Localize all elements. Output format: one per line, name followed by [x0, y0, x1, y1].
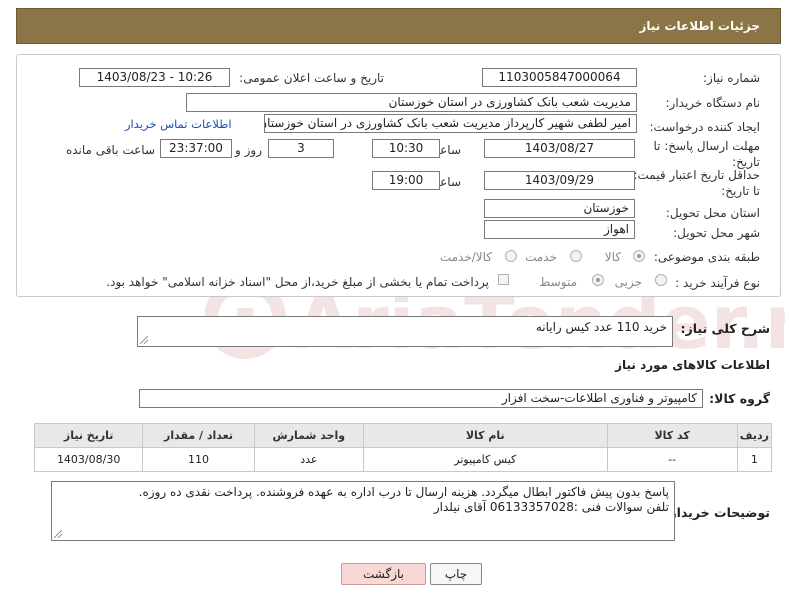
category-option-service: خدمت — [525, 250, 557, 264]
price-validity-date-field: 1403/09/29 — [484, 171, 635, 190]
remaining-time-field: 23:37:00 — [160, 139, 232, 158]
purchase-type-radio-minor[interactable] — [655, 274, 667, 286]
buyer-notes-line: تلفن سوالات فنی :06133357028 آقای نیلدار — [433, 500, 669, 514]
col-row-number: ردیف — [736, 423, 773, 448]
announce-datetime-field: 1403/08/23 - 10:26 — [79, 68, 230, 87]
price-validity-time-field: 19:00 — [372, 171, 440, 190]
col-need-date: تاریخ نیاز — [33, 423, 144, 448]
buyer-notes-label: توضیحات خریدار: — [664, 505, 770, 520]
col-item-name: نام کالا — [362, 423, 608, 448]
resize-grip-icon[interactable] — [54, 530, 62, 538]
category-radio-goods-service[interactable] — [505, 250, 517, 262]
buyer-org-field: مدیریت شعب بانک کشاورزی در استان خوزستان — [186, 93, 637, 112]
remaining-days-label: روز و — [235, 143, 262, 157]
delivery-province-field: خوزستان — [484, 199, 635, 218]
description-label: شرح کلی نیاز: — [680, 321, 770, 336]
category-radio-goods[interactable] — [633, 250, 645, 262]
reply-deadline-label: مهلت ارسال پاسخ: تا تاریخ: — [653, 139, 760, 169]
buyer-notes-line: پاسخ بدون پیش فاکتور ابطال میگردد. هزینه… — [138, 485, 669, 499]
remaining-days-field: 3 — [268, 139, 334, 158]
requester-field: امیر لطفی شهیر کارپرداز مدیریت شعب بانک … — [264, 114, 637, 133]
col-quantity: تعداد / مقدار — [142, 423, 255, 448]
goods-table-header: ردیف کد کالا نام کالا واحد شمارش تعداد /… — [33, 423, 773, 448]
reply-deadline-time-field: 10:30 — [372, 139, 440, 158]
resize-grip-icon[interactable] — [140, 336, 148, 344]
print-button[interactable]: چاپ — [430, 563, 482, 585]
col-item-code: کد کالا — [606, 423, 738, 448]
cell-row-number: 1 — [736, 447, 773, 472]
goods-group-label: گروه کالا: — [709, 391, 770, 406]
cell-need-date: 1403/08/30 — [33, 447, 144, 472]
price-validity-label: حداقل تاریخ اعتبار قیمت: تا تاریخ: — [633, 168, 760, 198]
reply-deadline-date-field: 1403/08/27 — [484, 139, 635, 158]
table-row: 1 -- کیس کامپیوتر عدد 110 1403/08/30 — [33, 447, 773, 472]
back-button[interactable]: بازگشت — [341, 563, 426, 585]
category-option-goods-service: کالا/خدمت — [439, 250, 492, 264]
buyer-notes-field: پاسخ بدون پیش فاکتور ابطال میگردد. هزینه… — [51, 481, 675, 541]
delivery-city-field: اهواز — [484, 220, 635, 239]
cell-unit: عدد — [253, 447, 364, 472]
page-header: جزئیات اطلاعات نیاز — [16, 8, 781, 44]
remaining-time-label: ساعت باقی مانده — [65, 143, 155, 157]
treasury-payment-checkbox[interactable] — [498, 274, 509, 285]
goods-group-field: کامپیوتر و فناوری اطلاعات-سخت افزار — [139, 389, 703, 408]
category-label: طبقه بندی موضوعی: — [653, 250, 760, 264]
cell-item-code: -- — [606, 447, 738, 472]
description-text: خرید 110 عدد کیس رایانه — [535, 320, 667, 334]
buyer-contact-link[interactable]: اطلاعات تماس خریدار — [125, 117, 232, 131]
purchase-type-label: نوع فرآیند خرید : — [675, 276, 760, 290]
cell-quantity: 110 — [142, 447, 255, 472]
announce-datetime-label: تاریخ و ساعت اعلان عمومی: — [239, 71, 384, 85]
goods-section-title: اطلاعات کالاهای مورد نیاز — [615, 358, 770, 372]
page-title: جزئیات اطلاعات نیاز — [639, 19, 760, 33]
cell-item-name: کیس کامپیوتر — [362, 447, 608, 472]
description-field: خرید 110 عدد کیس رایانه — [137, 316, 673, 347]
need-number-field: 1103005847000064 — [482, 68, 637, 87]
purchase-type-option-minor: جزیی — [614, 275, 642, 289]
category-radio-service[interactable] — [570, 250, 582, 262]
purchase-type-radio-medium[interactable] — [592, 274, 604, 286]
goods-table: ردیف کد کالا نام کالا واحد شمارش تعداد /… — [33, 423, 773, 472]
requester-label: ایجاد کننده درخواست: — [649, 120, 760, 134]
col-unit: واحد شمارش — [253, 423, 364, 448]
delivery-province-label: استان محل تحویل: — [665, 206, 760, 220]
category-option-goods: کالا — [604, 250, 621, 264]
purchase-type-option-medium: متوسط — [539, 275, 577, 289]
buyer-org-label: نام دستگاه خریدار: — [665, 96, 761, 110]
treasury-payment-note: پرداخت تمام یا بخشی از مبلغ خرید،از محل … — [106, 275, 489, 289]
need-number-label: شماره نیاز: — [703, 71, 760, 85]
delivery-city-label: شهر محل تحویل: — [673, 226, 760, 240]
